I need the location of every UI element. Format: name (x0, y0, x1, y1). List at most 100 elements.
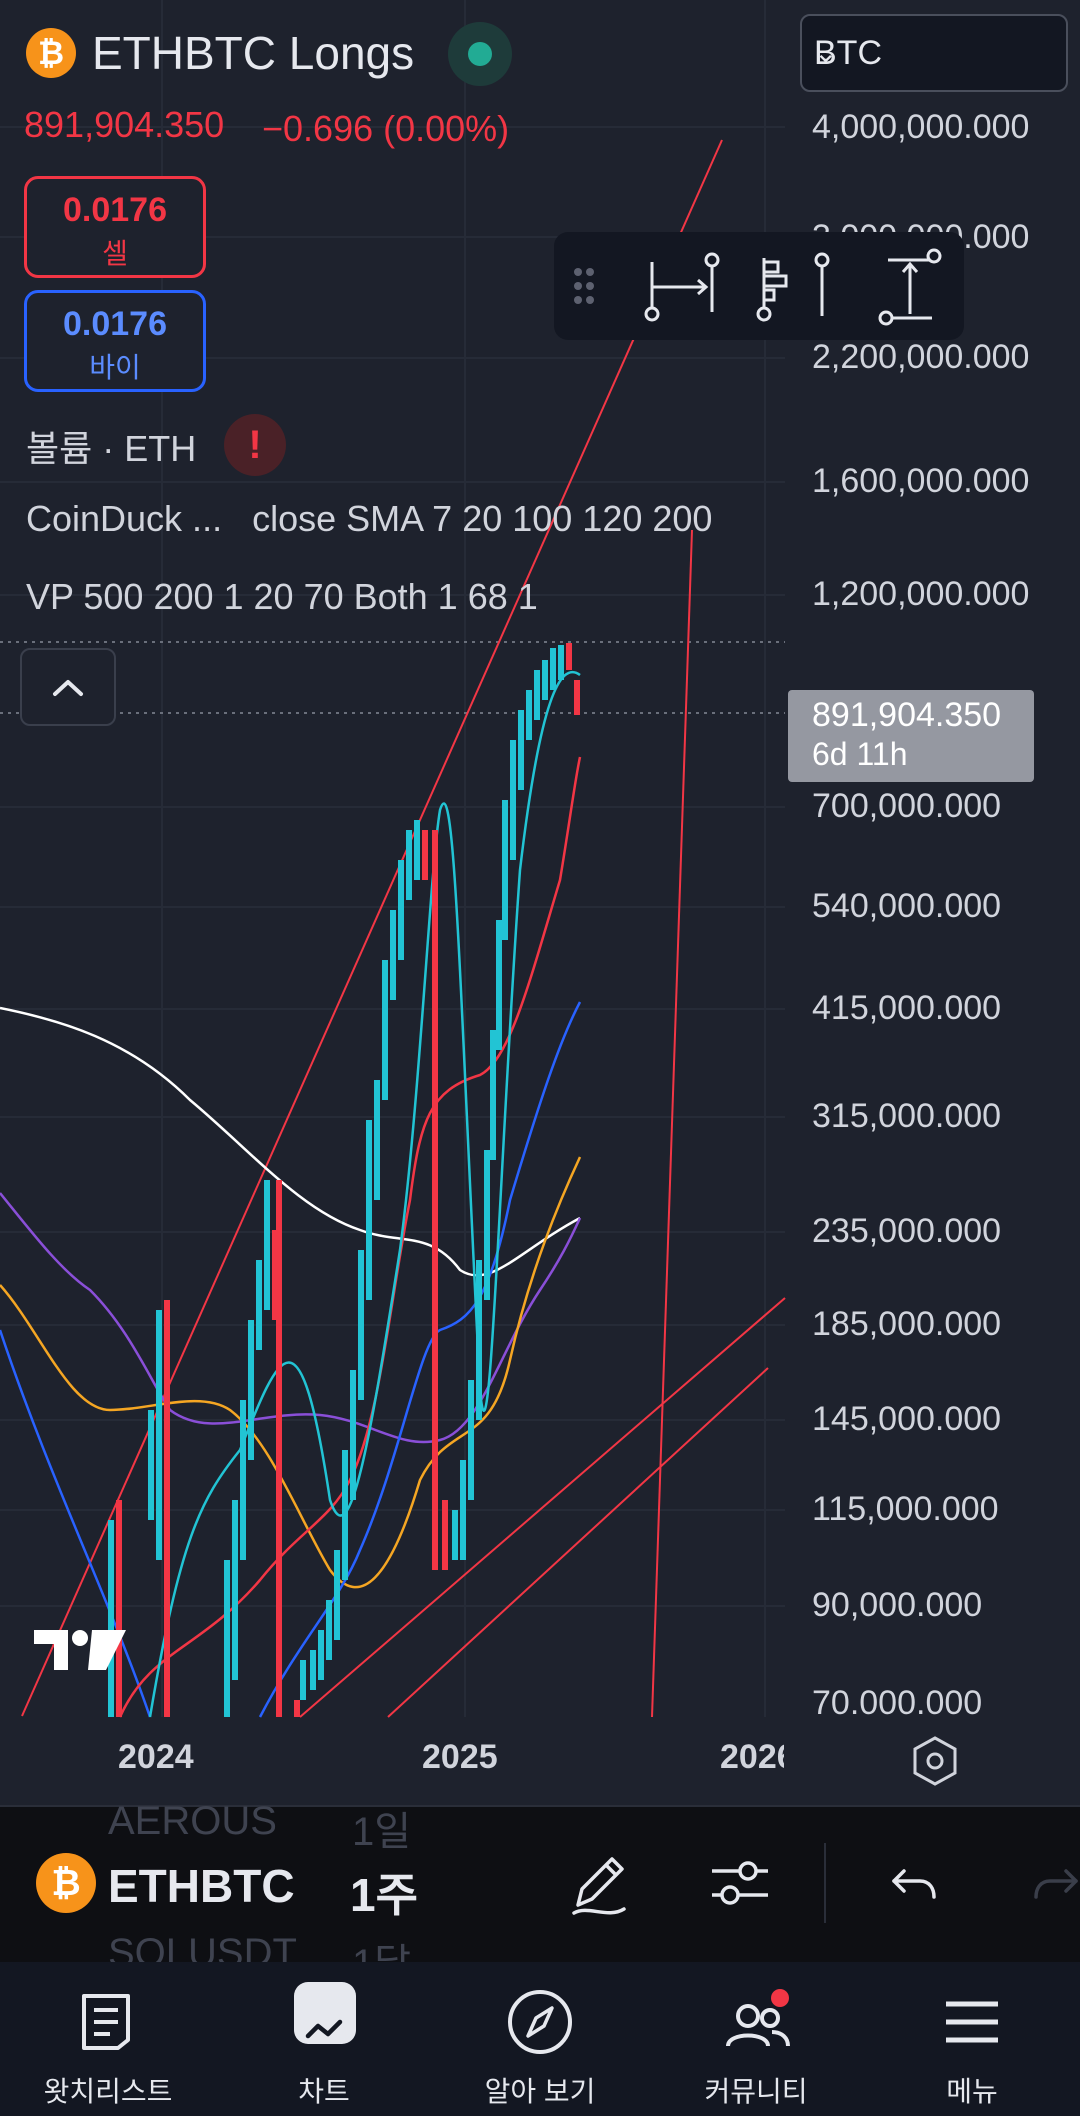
time-axis-label: 2026 (720, 1738, 784, 1776)
candle (224, 1560, 230, 1717)
price-axis-label: 4,000,000.000 (812, 108, 1030, 146)
candle (422, 830, 428, 880)
candle (350, 1370, 356, 1500)
last-price: 891,904.350 (24, 104, 225, 145)
time-axis-label: 2025 (422, 1738, 498, 1776)
candle (276, 1180, 282, 1717)
candle (256, 1260, 262, 1350)
tradingview-logo (34, 1630, 126, 1670)
undo-icon[interactable] (870, 1843, 950, 1923)
exclamation-icon[interactable]: ! (224, 414, 286, 476)
buy-label: 바이 (89, 352, 141, 383)
bottom-navigation[interactable]: 왓치리스트 차트 알아 보기 커뮤니티 메뉴 (0, 1962, 1080, 2116)
sma-indicator[interactable]: CoinDuck ... close SMA 7 20 100 120 200 (26, 498, 712, 540)
currency-select[interactable]: BTC ⌄ (800, 14, 1068, 92)
nav-label: 왓치리스트 (43, 2076, 173, 2107)
indicator-settings-icon[interactable] (700, 1843, 780, 1923)
community-icon (726, 1989, 790, 2047)
settings-hex-icon[interactable] (908, 1734, 962, 1788)
candle (310, 1650, 316, 1690)
nav-label: 커뮤니티 (704, 2076, 808, 2107)
nav-chart[interactable]: 차트 (216, 1962, 432, 2116)
symbol-prev-ghost: AEROUS (108, 1799, 277, 1843)
price-axis-label: 115,000.000 (812, 1490, 999, 1528)
candle (542, 660, 548, 700)
price-axis-label: 1,600,000.000 (812, 462, 1030, 500)
collapse-legend-button[interactable] (20, 648, 116, 726)
price-axis-label: 2,200,000.000 (812, 338, 1030, 376)
sell-price: 0.0176 (63, 191, 167, 229)
chevron-down-icon: ⌄ (814, 37, 838, 68)
vertical-line-icon[interactable] (814, 252, 830, 316)
candle (484, 1150, 490, 1300)
candle (240, 1400, 246, 1560)
candle (574, 680, 580, 715)
price-axis-label: 90,000.000 (812, 1586, 983, 1624)
candle (468, 1380, 474, 1500)
menu-icon (946, 2001, 998, 2043)
price-axis-label: 70.000.000 (812, 1684, 983, 1722)
nav-explore[interactable]: 알아 보기 (432, 1962, 648, 2116)
candle (452, 1510, 458, 1560)
candle (496, 920, 502, 1050)
candle (116, 1500, 122, 1717)
candlesticks[interactable] (108, 643, 580, 1717)
candle (558, 645, 564, 680)
bar-countdown: 6d 11h (812, 736, 908, 772)
drag-handle-icon[interactable] (574, 268, 594, 304)
candle (414, 820, 420, 880)
candle (294, 1700, 300, 1717)
anchored-vwap-icon[interactable] (756, 258, 788, 322)
nav-watchlist[interactable]: 왓치리스트 (0, 1962, 216, 2116)
price-axis-label: 315,000.000 (812, 1097, 1002, 1135)
candle (566, 643, 572, 670)
candle (366, 1120, 372, 1300)
candle (156, 1310, 162, 1560)
candle (534, 670, 540, 720)
volume-indicator[interactable]: 볼륨 · ETH (26, 420, 196, 472)
candle (398, 860, 404, 960)
interval-selector[interactable]: 1주 (350, 1859, 418, 1925)
candle (342, 1450, 348, 1580)
current-price-tag: 891,904.350 6d 11h (788, 690, 1034, 782)
live-indicator-dot (468, 42, 492, 66)
candle (264, 1180, 270, 1310)
candle (164, 1300, 170, 1717)
price-axis-label: 185,000.000 (812, 1305, 1002, 1343)
price-axis-label: 1,200,000.000 (812, 575, 1030, 613)
redo-icon[interactable] (1020, 1843, 1080, 1923)
candle (108, 1520, 114, 1717)
candle (318, 1630, 324, 1680)
price-change: −0.696 (0.00%) (262, 108, 510, 149)
price-axis-label: 415,000.000 (812, 989, 1002, 1027)
candle (510, 740, 516, 860)
candle (232, 1500, 238, 1680)
vp-indicator[interactable]: VP 500 200 1 20 70 Both 1 68 1 (26, 576, 538, 618)
nav-menu[interactable]: 메뉴 (864, 1962, 1080, 2116)
candle (550, 648, 556, 690)
price-range-icon[interactable] (878, 248, 942, 326)
candle (502, 800, 508, 940)
candle (382, 960, 388, 1100)
price-axis-label: 145,000.000 (812, 1400, 1002, 1438)
symbol-selector[interactable]: ETHBTC (108, 1859, 300, 1913)
nav-label: 알아 보기 (484, 2076, 596, 2107)
pencil-icon[interactable] (558, 1843, 638, 1923)
candle (460, 1460, 466, 1560)
symbol-toolbar[interactable]: AEROUS SOLUSDT 1일 1달 ₿ ETHBTC 1주 (0, 1799, 1080, 1986)
candle (300, 1660, 306, 1700)
candle (490, 1030, 496, 1160)
nav-community[interactable]: 커뮤니티 (648, 1962, 864, 2116)
chart-area[interactable]: ₿ ETHBTC Longs 891,904.350 −0.696 (0.00%… (0, 0, 1080, 1805)
symbol-title[interactable]: ETHBTC Longs (92, 26, 414, 80)
buy-button[interactable]: 0.0176 바이 (24, 290, 206, 392)
time-axis-label: 2024 (118, 1738, 194, 1776)
candle (526, 690, 532, 740)
drawing-toolbar[interactable] (554, 232, 964, 340)
nav-label: 메뉴 (946, 2076, 998, 2107)
current-price-value: 891,904.350 (812, 696, 1002, 734)
sell-button[interactable]: 0.0176 셀 (24, 176, 206, 278)
sma-100-line (0, 1156, 582, 1589)
date-range-icon[interactable] (644, 252, 720, 322)
candle (148, 1410, 154, 1520)
